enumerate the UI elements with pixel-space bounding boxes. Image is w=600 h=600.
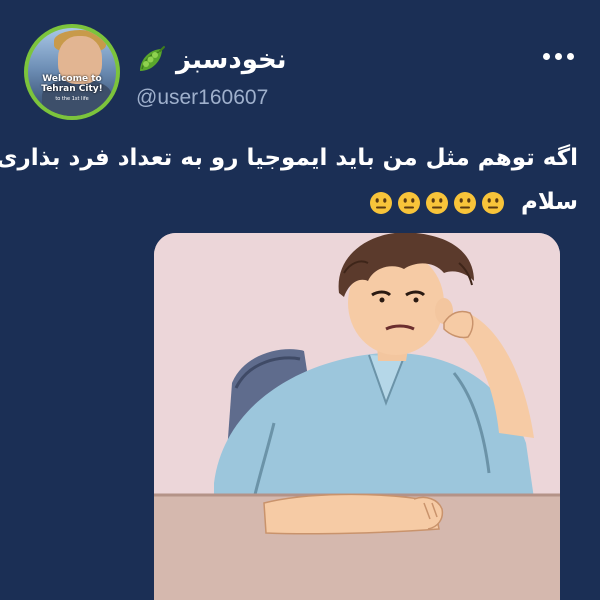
neutral-face-emoji-icon <box>370 191 393 214</box>
tweet-card: Welcome to Tehran City! to the 1st life … <box>0 0 600 600</box>
tweet-text-line: اگه توهم مثل من باید ایموجیا رو به تعداد… <box>0 145 578 171</box>
neutral-face-emoji-icon <box>482 191 505 214</box>
avatar-caption: Welcome to Tehran City! <box>41 74 103 94</box>
pea-pod-icon <box>140 46 165 71</box>
neutral-face-emoji-icon <box>398 191 421 214</box>
tweet-media-image[interactable] <box>154 233 560 600</box>
neutral-face-emoji-icon <box>426 191 449 214</box>
bored-man-leaning-on-desk-image <box>154 233 560 600</box>
emoji-row <box>369 191 505 215</box>
more-options-icon[interactable] <box>538 46 574 66</box>
avatar[interactable]: Welcome to Tehran City! to the 1st life <box>24 24 120 120</box>
tweet-text-line-2: سلام <box>22 180 578 224</box>
author-display-name[interactable]: نخودسبز <box>176 45 287 75</box>
avatar-image: Welcome to Tehran City! to the 1st life <box>28 28 116 116</box>
neutral-face-emoji-icon <box>454 191 477 214</box>
avatar-subcaption: to the 1st life <box>55 96 89 102</box>
greeting-text: سلام <box>521 189 578 215</box>
author-name-row: نخودسبز <box>136 40 287 80</box>
author-handle[interactable]: @user160607 <box>136 86 268 110</box>
tweet-text: اگه توهم مثل من باید ایموجیا رو به تعداد… <box>0 136 578 224</box>
